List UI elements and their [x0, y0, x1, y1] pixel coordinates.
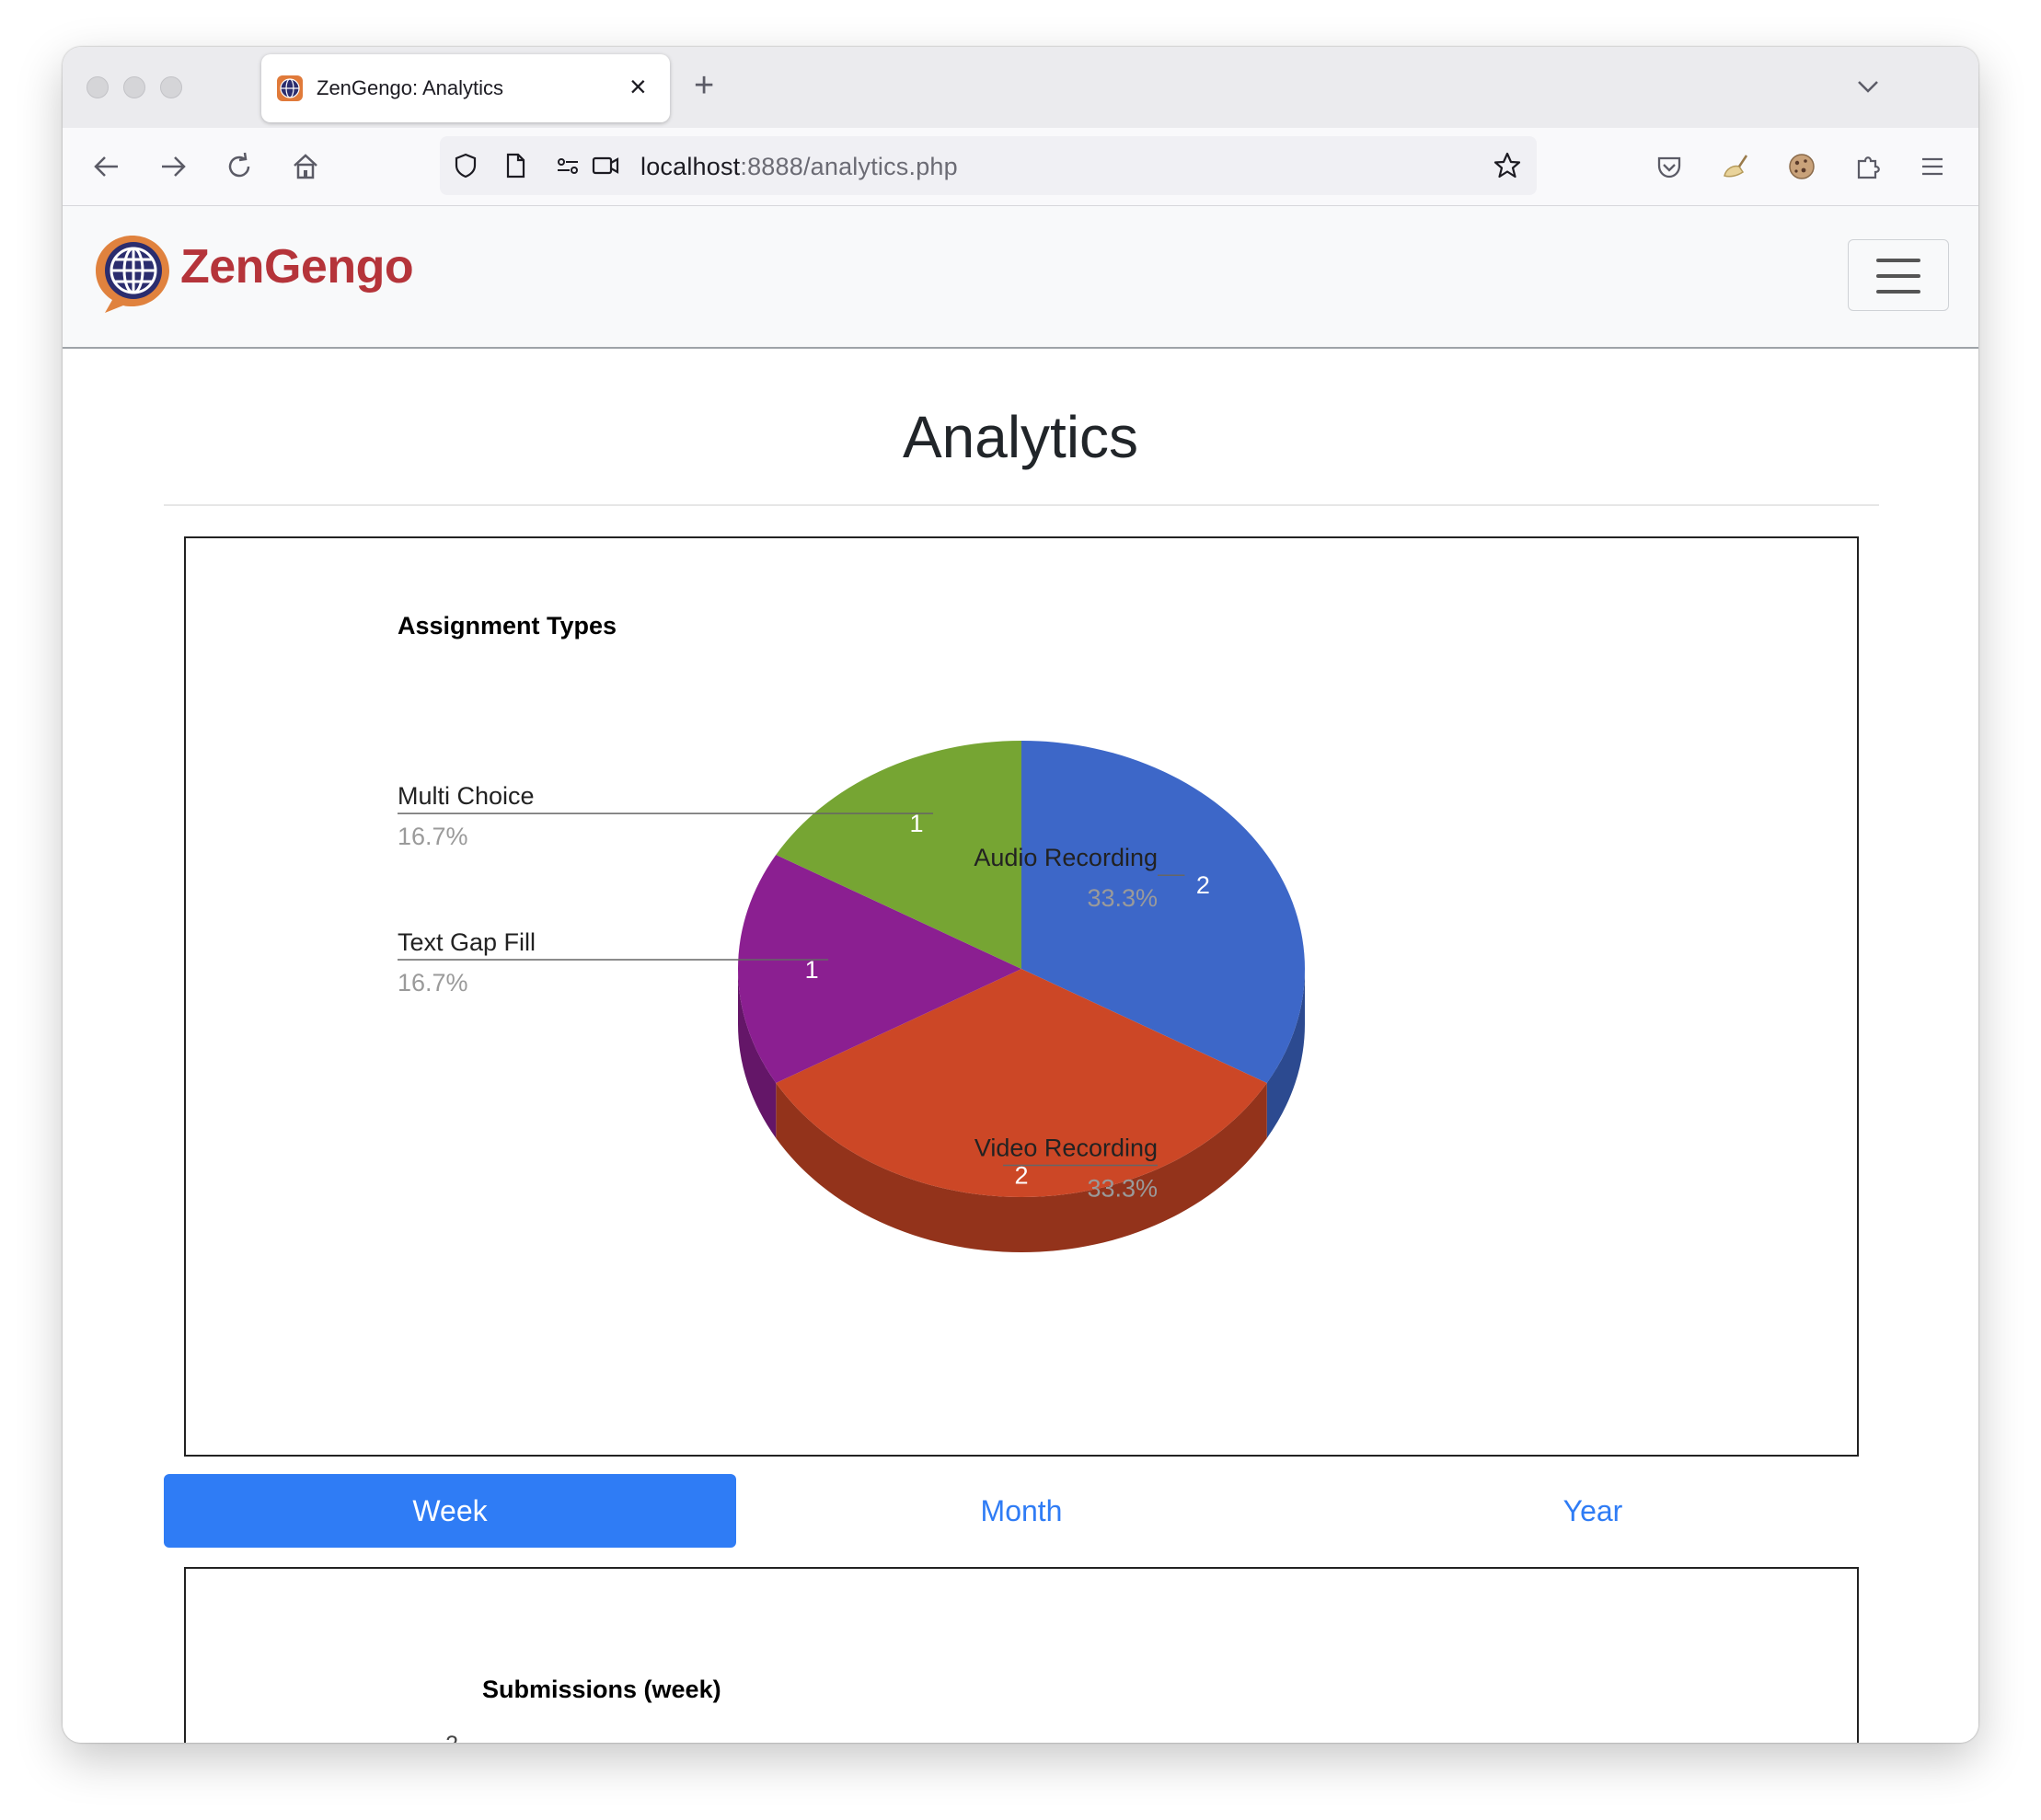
browser-toolbar: localhost:8888/analytics.php	[63, 128, 1978, 206]
submissions-chart: Submissions (week) 2	[184, 1567, 1859, 1743]
y-tick-label: 2	[445, 1732, 458, 1743]
page-title: Analytics	[902, 404, 1139, 470]
web-page: ZenGengo Analytics Assignment Types Audio…	[63, 206, 1978, 1743]
close-window-button[interactable]	[86, 76, 109, 98]
hamburger-line-icon	[1876, 274, 1920, 278]
site-header: ZenGengo	[63, 206, 1978, 349]
brush-extension-icon[interactable]	[1717, 148, 1754, 185]
slice-label: Multi Choice	[398, 782, 535, 810]
pocket-icon[interactable]	[1651, 148, 1688, 185]
bookmark-star-icon[interactable]	[1493, 151, 1522, 180]
slice-value-label: 2	[1014, 1162, 1028, 1190]
slice-value-label: 1	[910, 810, 924, 837]
address-bar[interactable]: localhost:8888/analytics.php	[440, 136, 1537, 195]
tab-title: ZenGengo: Analytics	[317, 76, 504, 99]
site-logo-text[interactable]: ZenGengo	[180, 239, 414, 294]
slice-label: Text Gap Fill	[398, 928, 536, 956]
app-menu-icon[interactable]	[1914, 148, 1951, 185]
page-icon[interactable]	[501, 151, 530, 180]
home-icon[interactable]	[287, 148, 324, 185]
shield-icon[interactable]	[451, 151, 480, 180]
new-tab-icon[interactable]: +	[694, 67, 714, 104]
url-path: :8888/analytics.php	[740, 153, 958, 180]
cookie-extension-icon[interactable]	[1783, 148, 1820, 185]
globe-logo-icon[interactable]	[92, 232, 173, 317]
browser-window: ZenGengo: Analytics × + localhost:8888/a…	[63, 47, 1978, 1743]
forward-arrow-icon[interactable]	[155, 148, 191, 185]
period-tabs: Week Month Year	[164, 1474, 1879, 1548]
site-favicon-icon	[277, 75, 303, 101]
tab-week[interactable]: Week	[164, 1474, 736, 1548]
permissions-icon[interactable]	[554, 151, 583, 180]
back-arrow-icon[interactable]	[88, 148, 125, 185]
slice-label: Audio Recording	[974, 844, 1158, 871]
url-host: localhost	[640, 153, 741, 180]
camera-icon[interactable]	[591, 151, 620, 180]
extensions-puzzle-icon[interactable]	[1850, 148, 1886, 185]
hamburger-menu-button[interactable]	[1848, 239, 1949, 311]
pie-chart-title: Assignment Types	[398, 612, 617, 639]
bar-chart-svg: Submissions (week) 2	[445, 1676, 721, 1743]
chevron-down-icon[interactable]	[1852, 71, 1884, 102]
slice-percent: 16.7%	[398, 823, 468, 850]
close-tab-icon[interactable]: ×	[629, 70, 647, 103]
hamburger-line-icon	[1876, 290, 1920, 294]
assignment-types-chart: Assignment Types Audio Recording 33.3% 2 Vid…	[184, 536, 1859, 1457]
slice-value-label: 2	[1196, 871, 1210, 899]
bar-chart-title: Submissions (week)	[482, 1676, 721, 1703]
tab-year[interactable]: Year	[1307, 1474, 1879, 1548]
browser-tab-active[interactable]: ZenGengo: Analytics ×	[261, 54, 670, 122]
slice-label: Video Recording	[974, 1135, 1158, 1162]
url-text[interactable]: localhost:8888/analytics.php	[640, 153, 958, 181]
slice-percent: 33.3%	[1087, 884, 1158, 912]
pie-chart-svg: Assignment TypesAudio Recording33.3% 2Vid…	[398, 612, 1305, 1252]
tab-strip: ZenGengo: Analytics × +	[63, 47, 1978, 128]
title-divider	[164, 504, 1879, 506]
hamburger-line-icon	[1876, 259, 1920, 262]
tab-month[interactable]: Month	[735, 1474, 1308, 1548]
reload-icon[interactable]	[221, 148, 258, 185]
slice-value-label: 1	[805, 956, 819, 984]
minimize-window-button[interactable]	[123, 76, 145, 98]
slice-percent: 33.3%	[1087, 1175, 1158, 1203]
slice-percent: 16.7%	[398, 969, 468, 996]
zoom-window-button[interactable]	[160, 76, 182, 98]
